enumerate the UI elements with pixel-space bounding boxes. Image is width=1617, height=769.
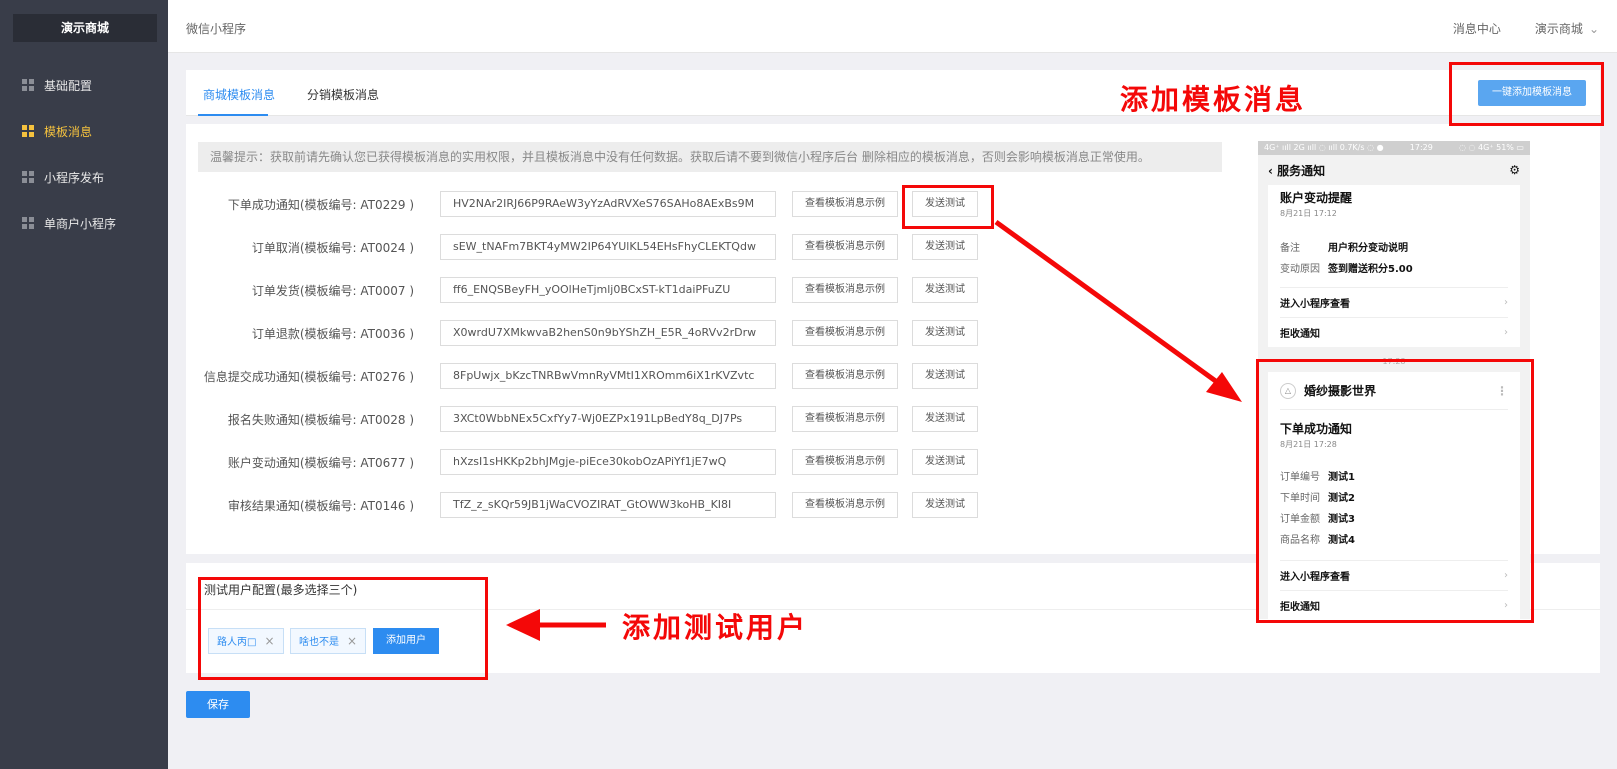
highlight-box-phone-message <box>1256 359 1534 623</box>
template-id-input[interactable]: hXzsI1sHKKp2bhJMgje-piEce30kobOzAPiYf1jE… <box>440 449 776 475</box>
send-test-button[interactable]: 发送测试 <box>912 363 978 389</box>
reject-notice-link: 拒收通知 › <box>1280 317 1508 347</box>
sidebar-item-single-merchant[interactable]: 单商户小程序 <box>0 200 168 246</box>
template-row: 账户变动通知(模板编号: AT0677 ) hXzsI1sHKKp2bhJMgj… <box>186 449 986 475</box>
view-example-button[interactable]: 查看模板消息示例 <box>792 406 898 432</box>
view-example-button[interactable]: 查看模板消息示例 <box>792 363 898 389</box>
view-example-button[interactable]: 查看模板消息示例 <box>792 492 898 518</box>
phone-nav-bar: ‹ 服务通知 ⚙ <box>1258 155 1530 185</box>
breadcrumb[interactable]: 微信小程序 <box>186 20 246 37</box>
view-example-button[interactable]: 查看模板消息示例 <box>792 234 898 260</box>
template-id-input[interactable]: sEW_tNAFm7BKT4yMW2IP64YUlKL54EHsFhyCLEKT… <box>440 234 776 260</box>
active-tab-underline <box>198 114 268 116</box>
view-example-button[interactable]: 查看模板消息示例 <box>792 277 898 303</box>
template-row: 审核结果通知(模板编号: AT0146 ) TfZ_z_sKQr59JB1jWa… <box>186 492 986 518</box>
annotation-add-template: 添加模板消息 <box>1120 83 1307 116</box>
send-test-button[interactable]: 发送测试 <box>912 320 978 346</box>
sidebar-item-label: 单商户小程序 <box>44 216 117 231</box>
status-time: 17:29 <box>1409 143 1433 152</box>
message-center-link[interactable]: 消息中心 <box>1453 20 1501 37</box>
shop-menu-label: 演示商城 <box>1534 22 1583 36</box>
template-row: 订单发货(模板编号: AT0007 ) ff6_ENQSBeyFH_yOOlHe… <box>186 277 986 303</box>
sidebar-item-mini-program-publish[interactable]: 小程序发布 <box>0 154 168 200</box>
status-right: ◌ ◌ 4G⁺ 51% ▭ <box>1459 143 1524 152</box>
back-icon: ‹ <box>1268 163 1278 178</box>
template-label: 订单取消(模板编号: AT0024 ) <box>251 241 414 255</box>
template-label: 信息提交成功通知(模板编号: AT0276 ) <box>203 370 414 384</box>
grid-icon <box>22 125 34 137</box>
template-id-input[interactable]: X0wrdU7XMkwvaB2henS0n9bYShZH_E5R_4oRVv2r… <box>440 320 776 346</box>
send-test-button[interactable]: 发送测试 <box>912 449 978 475</box>
template-id-input[interactable]: 8FpUwjx_bKzcTNRBwVmnRyVMtI1XROmm6iX1rKVZ… <box>440 363 776 389</box>
chevron-right-icon: › <box>1504 327 1508 338</box>
header-actions: 消息中心 演示商城 ⌄ <box>1453 20 1599 37</box>
highlight-box-one-key <box>1449 62 1604 126</box>
send-test-button[interactable]: 发送测试 <box>912 277 978 303</box>
grid-icon <box>22 79 34 91</box>
notice-banner: 温馨提示：获取前请先确认您已获得模板消息的实用权限，并且模板消息中没有任何数据。… <box>198 142 1222 172</box>
template-row: 下单成功通知(模板编号: AT0229 ) HV2NAr2IRJ66P9RAeW… <box>186 191 986 217</box>
template-row: 报名失败通知(模板编号: AT0028 ) 3XCt0WbbNEx5CxfYy7… <box>186 406 986 432</box>
template-label: 审核结果通知(模板编号: AT0146 ) <box>227 499 414 513</box>
template-label: 报名失败通知(模板编号: AT0028 ) <box>227 413 414 427</box>
view-example-button[interactable]: 查看模板消息示例 <box>792 449 898 475</box>
shop-menu[interactable]: 演示商城 ⌄ <box>1535 20 1599 37</box>
sidebar-item-label: 基础配置 <box>44 78 93 93</box>
grid-icon <box>22 217 34 229</box>
template-id-input[interactable]: HV2NAr2IRJ66P9RAeW3yYzAdRVXeS76SAHo8AExB… <box>440 191 776 217</box>
top-header: 微信小程序 消息中心 演示商城 ⌄ <box>168 0 1617 53</box>
template-label: 订单退款(模板编号: AT0036 ) <box>251 327 414 341</box>
view-example-button[interactable]: 查看模板消息示例 <box>792 191 898 217</box>
sidebar: 演示商城 基础配置 模板消息 小程序发布 单商户小程序 <box>0 0 168 769</box>
message-field: 变动原因 签到赠送积分5.00 <box>1280 264 1413 275</box>
sidebar-item-label: 小程序发布 <box>44 170 105 185</box>
annotation-add-test-user: 添加测试用户 <box>622 611 809 644</box>
template-label: 账户变动通知(模板编号: AT0677 ) <box>227 456 414 470</box>
chevron-right-icon: › <box>1504 297 1508 308</box>
message-card: 账户变动提醒 8月21日 17:12 备注 用户积分变动说明 变动原因 签到赠送积分… <box>1268 185 1520 347</box>
sidebar-item-label: 模板消息 <box>44 124 93 139</box>
template-id-input[interactable]: ff6_ENQSBeyFH_yOOlHeTjmlj0BCxST-kT1daiPF… <box>440 277 776 303</box>
phone-status-bar: 4G⁺ ııll 2G ııll ◌ ııll 0.7K/s ◌ ● 17:29… <box>1258 141 1530 155</box>
view-example-button[interactable]: 查看模板消息示例 <box>792 320 898 346</box>
template-row: 订单退款(模板编号: AT0036 ) X0wrdU7XMkwvaB2henS0… <box>186 320 986 346</box>
sidebar-item-template-message[interactable]: 模板消息 <box>0 108 168 154</box>
send-test-button[interactable]: 发送测试 <box>912 406 978 432</box>
tab-mall-template[interactable]: 商城模板消息 <box>203 86 275 103</box>
message-field: 备注 用户积分变动说明 <box>1280 243 1408 254</box>
brand-title: 演示商城 <box>13 14 157 42</box>
template-label: 下单成功通知(模板编号: AT0229 ) <box>227 198 414 212</box>
chevron-down-icon: ⌄ <box>1588 22 1599 36</box>
template-row: 信息提交成功通知(模板编号: AT0276 ) 8FpUwjx_bKzcTNRB… <box>186 363 986 389</box>
status-left: 4G⁺ ııll 2G ııll ◌ ııll 0.7K/s ◌ ● <box>1264 143 1384 152</box>
save-button[interactable]: 保存 <box>186 691 250 718</box>
message-title: 账户变动提醒 <box>1280 191 1353 205</box>
highlight-box-test-user <box>198 577 488 680</box>
template-row: 订单取消(模板编号: AT0024 ) sEW_tNAFm7BKT4yMW2IP… <box>186 234 986 260</box>
message-date: 8月21日 17:12 <box>1280 209 1337 218</box>
phone-nav-title: 服务通知 <box>1277 163 1326 178</box>
grid-icon <box>22 171 34 183</box>
template-id-input[interactable]: 3XCt0WbbNEx5CxfYy7-Wj0EZPx191LpBedY8q_DJ… <box>440 406 776 432</box>
send-test-button[interactable]: 发送测试 <box>912 234 978 260</box>
send-test-button[interactable]: 发送测试 <box>912 492 978 518</box>
enter-mini-program-link: 进入小程序查看 › <box>1280 287 1508 317</box>
tabs-bar: 商城模板消息 分销模板消息 <box>186 70 1600 116</box>
template-label: 订单发货(模板编号: AT0007 ) <box>251 284 414 298</box>
gear-icon: ⚙ <box>1509 163 1520 177</box>
sidebar-nav: 基础配置 模板消息 小程序发布 单商户小程序 <box>0 62 168 246</box>
highlight-box-send-test <box>902 185 994 229</box>
tab-distribution-template[interactable]: 分销模板消息 <box>307 86 379 103</box>
template-id-input[interactable]: TfZ_z_sKQr59JB1jWaCVOZIRAT_GtOWW3koHB_KI… <box>440 492 776 518</box>
sidebar-item-basic-config[interactable]: 基础配置 <box>0 62 168 108</box>
